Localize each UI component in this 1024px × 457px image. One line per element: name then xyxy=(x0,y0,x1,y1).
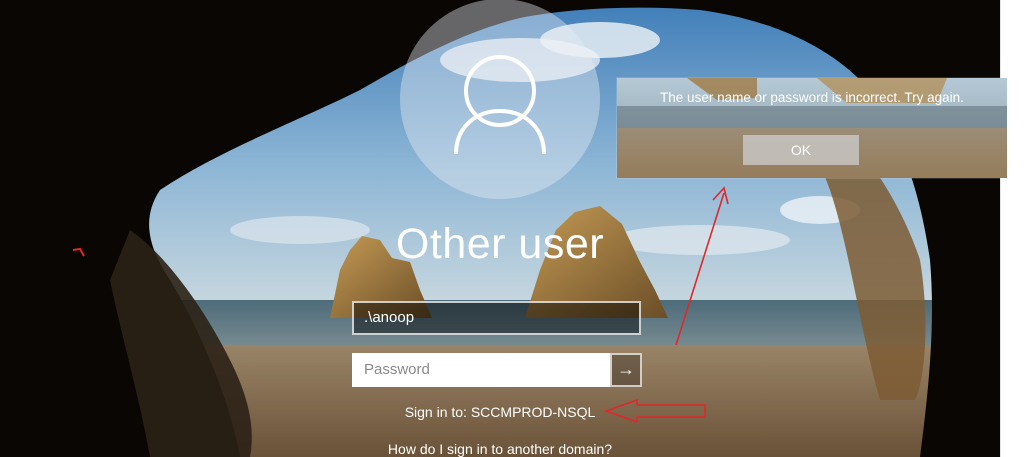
user-avatar xyxy=(400,0,600,199)
error-message: The user name or password is incorrect. … xyxy=(660,90,964,105)
password-input[interactable]: Password xyxy=(352,353,610,387)
password-row: Password → xyxy=(352,353,642,387)
sign-in-domain-name: SCCMPROD-NSQL xyxy=(470,404,596,420)
error-dialog: The user name or password is incorrect. … xyxy=(617,78,1007,178)
other-domain-link[interactable]: How do I sign in to another domain? xyxy=(300,441,700,457)
lock-screen-background: Other user .\anoop Password → Sign in to… xyxy=(0,0,1000,457)
arrow-right-icon: → xyxy=(617,359,635,379)
page-margin xyxy=(1000,0,1024,457)
user-avatar-icon xyxy=(454,55,546,155)
sign-in-prefix: Sign in to: xyxy=(404,404,467,420)
username-input[interactable]: .\anoop xyxy=(352,301,641,335)
sign-in-domain: Sign in to: SCCMPROD-NSQL xyxy=(320,404,680,420)
submit-button[interactable]: → xyxy=(610,353,642,387)
user-title: Other user xyxy=(395,220,605,268)
ok-button[interactable]: OK xyxy=(743,135,859,165)
